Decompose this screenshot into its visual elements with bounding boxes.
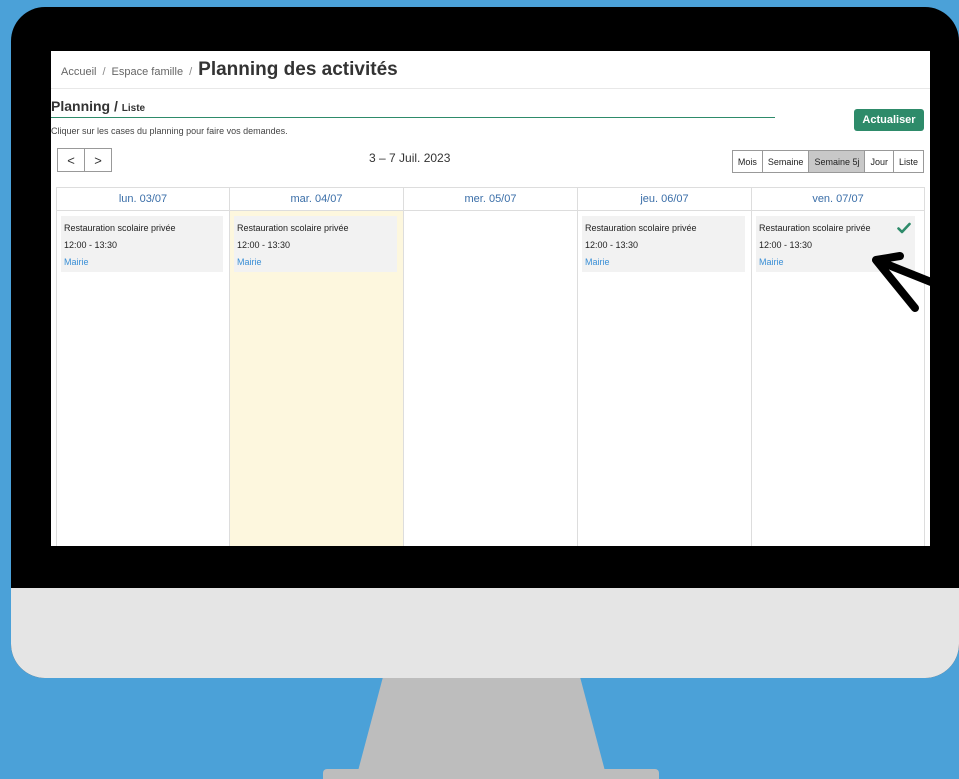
week-navigation: < > <box>57 148 112 172</box>
event-time: 12:00 - 13:30 <box>237 240 291 250</box>
date-range: 3 – 7 Juil. 2023 <box>369 151 451 165</box>
calendar-grid: lun. 03/07 Restauration scolaire privée … <box>56 187 925 546</box>
view-list-button[interactable]: Liste <box>893 150 924 173</box>
breadcrumb-home-link[interactable]: Accueil <box>61 66 96 78</box>
event-location: Mairie <box>237 257 262 267</box>
divider <box>51 88 930 89</box>
view-switcher: Mois Semaine Semaine 5j Jour Liste <box>731 150 924 173</box>
day-column[interactable]: mer. 05/07 <box>404 188 578 546</box>
view-week-button[interactable]: Semaine <box>762 150 810 173</box>
day-column[interactable]: lun. 03/07 Restauration scolaire privée … <box>57 188 230 546</box>
day-header: mer. 05/07 <box>404 188 577 211</box>
event-time: 12:00 - 13:30 <box>585 240 639 250</box>
day-column-today[interactable]: mar. 04/07 Restauration scolaire privée … <box>230 188 404 546</box>
breadcrumb-family-link[interactable]: Espace famille <box>112 66 184 78</box>
page-title: Planning des activités <box>198 59 398 80</box>
planning-hint: Cliquer sur les cases du planning pour f… <box>51 126 288 136</box>
monitor-stand <box>358 678 605 771</box>
monitor-stand-base <box>323 769 659 779</box>
breadcrumb-separator: / <box>102 66 106 78</box>
refresh-button[interactable]: Actualiser <box>854 109 924 131</box>
prev-week-button[interactable]: < <box>57 148 85 172</box>
event-card[interactable]: Restauration scolaire privée 12:00 - 13:… <box>234 216 397 272</box>
planning-view-label: Liste <box>121 103 146 114</box>
heading-underline <box>51 117 775 118</box>
monitor-chin <box>11 588 959 678</box>
breadcrumb-separator: / <box>189 66 193 78</box>
view-week5-button[interactable]: Semaine 5j <box>809 150 866 173</box>
event-title: Restauration scolaire privée <box>64 223 176 233</box>
event-title: Restauration scolaire privée <box>759 223 871 233</box>
event-location: Mairie <box>585 257 610 267</box>
day-column[interactable]: jeu. 06/07 Restauration scolaire privée … <box>578 188 752 546</box>
annotation-arrow-icon <box>872 252 950 312</box>
day-header: jeu. 06/07 <box>578 188 751 211</box>
event-title: Restauration scolaire privée <box>237 223 349 233</box>
event-location: Mairie <box>64 257 89 267</box>
day-header: mar. 04/07 <box>230 188 403 211</box>
next-week-button[interactable]: > <box>85 148 112 172</box>
view-month-button[interactable]: Mois <box>731 150 763 173</box>
day-header: lun. 03/07 <box>57 188 229 211</box>
planning-heading: Planning / Liste <box>51 98 145 114</box>
breadcrumb: Accueil / Espace famille / Planning des … <box>61 59 398 81</box>
view-day-button[interactable]: Jour <box>865 150 894 173</box>
day-header: ven. 07/07 <box>752 188 924 211</box>
event-time: 12:00 - 13:30 <box>64 240 118 250</box>
planning-title: Planning / <box>51 98 118 114</box>
event-card[interactable]: Restauration scolaire privée 12:00 - 13:… <box>61 216 223 272</box>
day-column[interactable]: ven. 07/07 Restauration scolaire privée … <box>752 188 925 546</box>
screen: Accueil / Espace famille / Planning des … <box>51 51 930 546</box>
event-card[interactable]: Restauration scolaire privée 12:00 - 13:… <box>582 216 745 272</box>
event-title: Restauration scolaire privée <box>585 223 697 233</box>
check-icon <box>897 222 911 234</box>
